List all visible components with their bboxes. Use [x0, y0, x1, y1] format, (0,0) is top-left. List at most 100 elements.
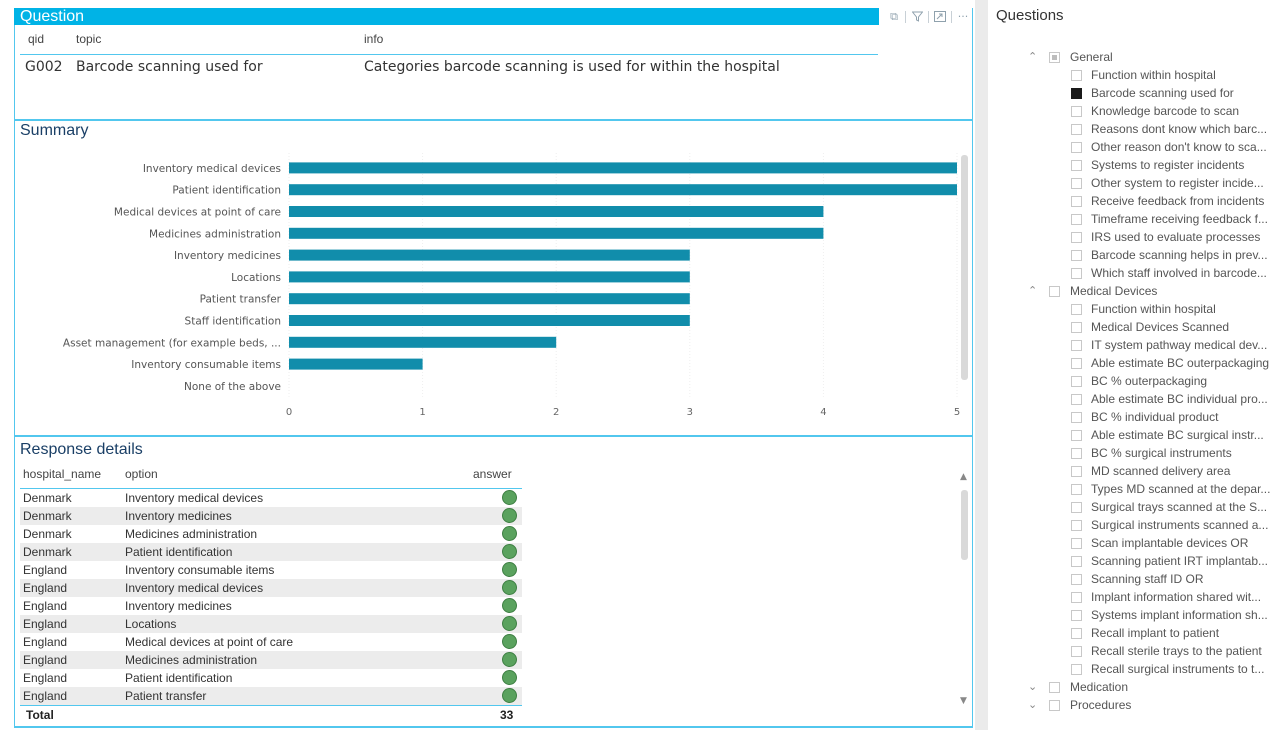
slicer-group[interactable]: ⌄ Procedures: [1028, 697, 1287, 715]
table-row[interactable]: Denmark Patient identification: [20, 543, 522, 561]
slicer-item[interactable]: BC % outerpackaging: [1028, 373, 1287, 391]
slicer-item[interactable]: Barcode scanning used for: [1028, 85, 1287, 103]
table-row[interactable]: Denmark Inventory medicines: [20, 507, 522, 525]
table-row[interactable]: England Medicines administration: [20, 651, 522, 669]
checkbox[interactable]: [1071, 322, 1082, 333]
checkbox[interactable]: [1049, 700, 1060, 711]
slicer-item[interactable]: Able estimate BC individual pro...: [1028, 391, 1287, 409]
checkbox[interactable]: [1049, 52, 1060, 63]
slicer-item[interactable]: Types MD scanned at the depar...: [1028, 481, 1287, 499]
checkbox[interactable]: [1071, 484, 1082, 495]
checkbox[interactable]: [1071, 610, 1082, 621]
slicer-item[interactable]: IT system pathway medical dev...: [1028, 337, 1287, 355]
slicer-item[interactable]: Able estimate BC surgical instr...: [1028, 427, 1287, 445]
checkbox[interactable]: [1071, 196, 1082, 207]
checkbox[interactable]: [1071, 466, 1082, 477]
checkbox[interactable]: [1071, 664, 1082, 675]
checkbox[interactable]: [1071, 142, 1082, 153]
checkbox[interactable]: [1049, 682, 1060, 693]
slicer-item[interactable]: Surgical trays scanned at the S...: [1028, 499, 1287, 517]
slicer-item[interactable]: Systems to register incidents: [1028, 157, 1287, 175]
checkbox[interactable]: [1071, 358, 1082, 369]
slicer-item[interactable]: Systems implant information sh...: [1028, 607, 1287, 625]
slicer-item[interactable]: Timeframe receiving feedback f...: [1028, 211, 1287, 229]
slicer-item[interactable]: Barcode scanning helps in prev...: [1028, 247, 1287, 265]
slicer-group[interactable]: ⌄ Medication: [1028, 679, 1287, 697]
slicer-item[interactable]: Reasons dont know which barc...: [1028, 121, 1287, 139]
slicer-item[interactable]: IRS used to evaluate processes: [1028, 229, 1287, 247]
slicer-item[interactable]: Function within hospital: [1028, 67, 1287, 85]
slicer-group[interactable]: ⌃ General: [1028, 49, 1287, 67]
checkbox[interactable]: [1071, 70, 1082, 81]
checkbox[interactable]: [1071, 538, 1082, 549]
slicer-item[interactable]: Receive feedback from incidents: [1028, 193, 1287, 211]
slicer-item[interactable]: Able estimate BC outerpackaging: [1028, 355, 1287, 373]
bar[interactable]: [289, 358, 423, 370]
checkbox[interactable]: [1071, 574, 1082, 585]
bar[interactable]: [289, 184, 957, 196]
checkbox[interactable]: [1071, 628, 1082, 639]
slicer-item[interactable]: BC % individual product: [1028, 409, 1287, 427]
bar[interactable]: [289, 293, 690, 305]
bar[interactable]: [289, 271, 690, 283]
bar[interactable]: [289, 336, 557, 348]
more-options-icon[interactable]: ···: [956, 10, 970, 24]
filter-icon[interactable]: [910, 10, 924, 24]
response-table-scrollbar[interactable]: [961, 490, 968, 560]
checkbox[interactable]: [1071, 646, 1082, 657]
checkbox[interactable]: [1071, 268, 1082, 279]
table-row[interactable]: England Locations: [20, 615, 522, 633]
col-qid-header[interactable]: qid: [28, 32, 44, 46]
checkbox[interactable]: [1071, 430, 1082, 441]
checkbox[interactable]: [1071, 448, 1082, 459]
checkbox[interactable]: [1049, 286, 1060, 297]
scroll-up-icon[interactable]: ▲: [960, 472, 967, 482]
chart-scrollbar[interactable]: [961, 155, 968, 380]
bar[interactable]: [289, 249, 690, 261]
checkbox[interactable]: [1071, 376, 1082, 387]
checkbox[interactable]: [1071, 250, 1082, 261]
checkbox[interactable]: [1071, 520, 1082, 531]
scroll-down-icon[interactable]: ▼: [960, 696, 967, 706]
copy-icon[interactable]: ⧉: [887, 10, 901, 24]
bar[interactable]: [289, 227, 824, 239]
table-row[interactable]: England Inventory medical devices: [20, 579, 522, 597]
checkbox[interactable]: [1071, 340, 1082, 351]
focus-mode-icon[interactable]: [933, 10, 947, 24]
col-hospital-header[interactable]: hospital_name: [23, 467, 101, 481]
slicer-item[interactable]: Implant information shared wit...: [1028, 589, 1287, 607]
checkbox[interactable]: [1071, 304, 1082, 315]
chevron-down-icon[interactable]: ⌄: [1028, 698, 1042, 711]
slicer-item[interactable]: Scanning patient IRT implantab...: [1028, 553, 1287, 571]
slicer-item[interactable]: Other system to register incide...: [1028, 175, 1287, 193]
checkbox[interactable]: [1071, 556, 1082, 567]
slicer-item[interactable]: BC % surgical instruments: [1028, 445, 1287, 463]
table-row[interactable]: England Medical devices at point of care: [20, 633, 522, 651]
slicer-item[interactable]: Knowledge barcode to scan: [1028, 103, 1287, 121]
col-topic-header[interactable]: topic: [76, 32, 101, 46]
summary-bar-chart[interactable]: 0 1 2 3 4 5 Inventory medical devices Patient i…: [14, 145, 964, 430]
slicer-item[interactable]: Recall implant to patient: [1028, 625, 1287, 643]
checkbox[interactable]: [1071, 412, 1082, 423]
slicer-item[interactable]: Medical Devices Scanned: [1028, 319, 1287, 337]
checkbox[interactable]: [1071, 106, 1082, 117]
slicer-item[interactable]: Scan implantable devices OR: [1028, 535, 1287, 553]
col-answer-header[interactable]: answer: [473, 467, 512, 481]
checkbox[interactable]: [1071, 502, 1082, 513]
table-row[interactable]: Denmark Medicines administration: [20, 525, 522, 543]
checkbox[interactable]: [1071, 214, 1082, 225]
chevron-up-icon[interactable]: ⌃: [1028, 50, 1042, 63]
chevron-down-icon[interactable]: ⌄: [1028, 680, 1042, 693]
col-option-header[interactable]: option: [125, 467, 158, 481]
slicer-group[interactable]: ⌃ Medical Devices: [1028, 283, 1287, 301]
slicer-item[interactable]: Recall sterile trays to the patient: [1028, 643, 1287, 661]
bar[interactable]: [289, 315, 690, 326]
slicer-item[interactable]: Scanning staff ID OR: [1028, 571, 1287, 589]
table-row[interactable]: England Inventory consumable items: [20, 561, 522, 579]
checkbox[interactable]: [1071, 232, 1082, 243]
table-row[interactable]: England Patient identification: [20, 669, 522, 687]
table-row[interactable]: England Inventory medicines: [20, 597, 522, 615]
checkbox[interactable]: [1071, 592, 1082, 603]
table-row[interactable]: Denmark Inventory medical devices: [20, 489, 522, 507]
checkbox[interactable]: [1071, 178, 1082, 189]
